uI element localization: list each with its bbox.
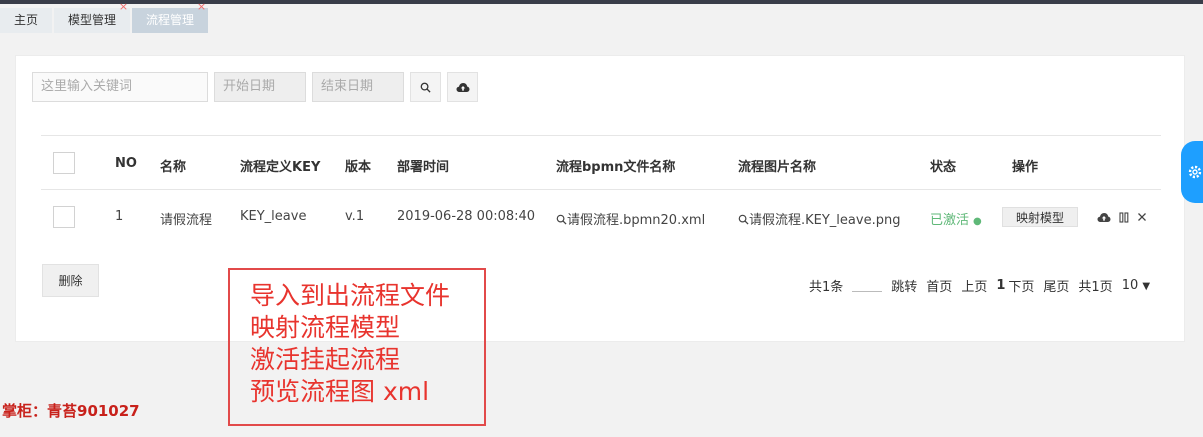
delete-button[interactable]: 删除 xyxy=(42,264,99,297)
header-no: NO xyxy=(115,156,137,171)
page-jump-input[interactable] xyxy=(852,280,883,292)
row-version: v.1 xyxy=(345,209,365,224)
annotation-line: 预览流程图 xml xyxy=(250,377,430,406)
select-all-checkbox[interactable] xyxy=(53,152,75,174)
close-icon[interactable]: × xyxy=(119,1,128,13)
search-icon xyxy=(738,214,749,225)
header-key: 流程定义KEY xyxy=(240,160,321,175)
pager-first[interactable]: 首页 xyxy=(926,276,952,295)
map-model-button[interactable]: 映射模型 xyxy=(1002,207,1079,227)
header-status: 状态 xyxy=(930,160,957,175)
header-bpmn-file: 流程bpmn文件名称 xyxy=(556,160,676,175)
annotation-line: 激活挂起流程 xyxy=(250,345,401,374)
tab-process-management[interactable]: 流程管理 × xyxy=(132,1,209,33)
close-icon[interactable] xyxy=(1137,212,1147,222)
divider xyxy=(41,135,1161,136)
pager-total: 共1条 xyxy=(809,280,844,295)
status-text: 已激活 xyxy=(930,213,970,228)
status-badge: 已激活 ● xyxy=(930,209,982,228)
pause-icon[interactable] xyxy=(1119,211,1129,223)
gear-icon xyxy=(1188,165,1202,179)
top-bar xyxy=(0,0,1203,4)
end-date-input[interactable]: 结束日期 xyxy=(312,72,404,102)
cloud-upload-icon xyxy=(456,82,469,92)
pager-last[interactable]: 尾页 xyxy=(1043,276,1069,295)
pager-jump[interactable]: 跳转 xyxy=(891,276,917,295)
image-file-link[interactable]: 请假流程.KEY_leave.png xyxy=(738,209,900,228)
tab-home[interactable]: 主页 xyxy=(0,8,53,33)
tab-bar: 主页 模型管理 × 流程管理 × xyxy=(0,1,209,33)
page-size-select[interactable]: 10 ▼ xyxy=(1122,278,1150,293)
pager-prev[interactable]: 上页 xyxy=(961,276,987,295)
search-icon xyxy=(420,82,431,93)
tab-label: 模型管理 xyxy=(68,13,117,27)
row-no: 1 xyxy=(115,209,124,224)
bpmn-file-name: 请假流程.bpmn20.xml xyxy=(567,213,706,228)
import-button[interactable] xyxy=(447,72,478,102)
divider xyxy=(41,189,1161,190)
status-dot-icon: ● xyxy=(973,216,982,227)
pager-next[interactable]: 下页 xyxy=(1008,276,1034,295)
bpmn-file-link[interactable]: 请假流程.bpmn20.xml xyxy=(556,209,705,228)
header-actions: 操作 xyxy=(1012,160,1039,175)
page-size-value: 10 xyxy=(1121,278,1139,293)
search-toolbar: 这里输入关键词 开始日期 结束日期 xyxy=(32,72,478,102)
pager-current: 1 xyxy=(996,278,1006,293)
annotation-line: 映射流程模型 xyxy=(250,313,401,342)
settings-tab[interactable] xyxy=(1181,141,1203,203)
pager-pages: 共1页 xyxy=(1078,280,1113,295)
image-file-name: 请假流程.KEY_leave.png xyxy=(749,213,901,228)
watermark: 掌柜：青苔901027 xyxy=(2,402,140,420)
search-button[interactable] xyxy=(410,72,441,102)
annotation-line: 导入到出流程文件 xyxy=(250,281,451,310)
pagination: 共1条 跳转 首页 上页 1 下页 尾页 共1页 10 ▼ xyxy=(809,276,1150,295)
row-actions xyxy=(1097,207,1147,227)
start-date-input[interactable]: 开始日期 xyxy=(214,72,306,102)
header-deploy-time: 部署时间 xyxy=(397,160,450,175)
keyword-input[interactable]: 这里输入关键词 xyxy=(32,72,208,102)
row-name: 请假流程 xyxy=(160,213,213,228)
row-checkbox[interactable] xyxy=(53,206,75,228)
header-image-file: 流程图片名称 xyxy=(738,160,817,175)
header-version: 版本 xyxy=(345,160,372,175)
main-panel: 这里输入关键词 开始日期 结束日期 NO 名称 流程定义KEY 版本 部署时间 … xyxy=(15,55,1185,342)
close-icon[interactable]: × xyxy=(197,1,206,13)
tab-label: 主页 xyxy=(14,13,39,27)
tab-model-management[interactable]: 模型管理 × xyxy=(54,1,131,33)
caret-down-icon: ▼ xyxy=(1142,281,1151,292)
tab-label: 流程管理 xyxy=(146,13,195,27)
row-deploy-time: 2019-06-28 00:08:40 xyxy=(397,209,536,224)
header-name: 名称 xyxy=(160,160,187,175)
annotation-box: 导入到出流程文件 映射流程模型 激活挂起流程 预览流程图 xml xyxy=(228,268,486,426)
cloud-download-icon[interactable] xyxy=(1097,212,1111,223)
row-key: KEY_leave xyxy=(240,209,307,224)
search-icon xyxy=(556,214,567,225)
